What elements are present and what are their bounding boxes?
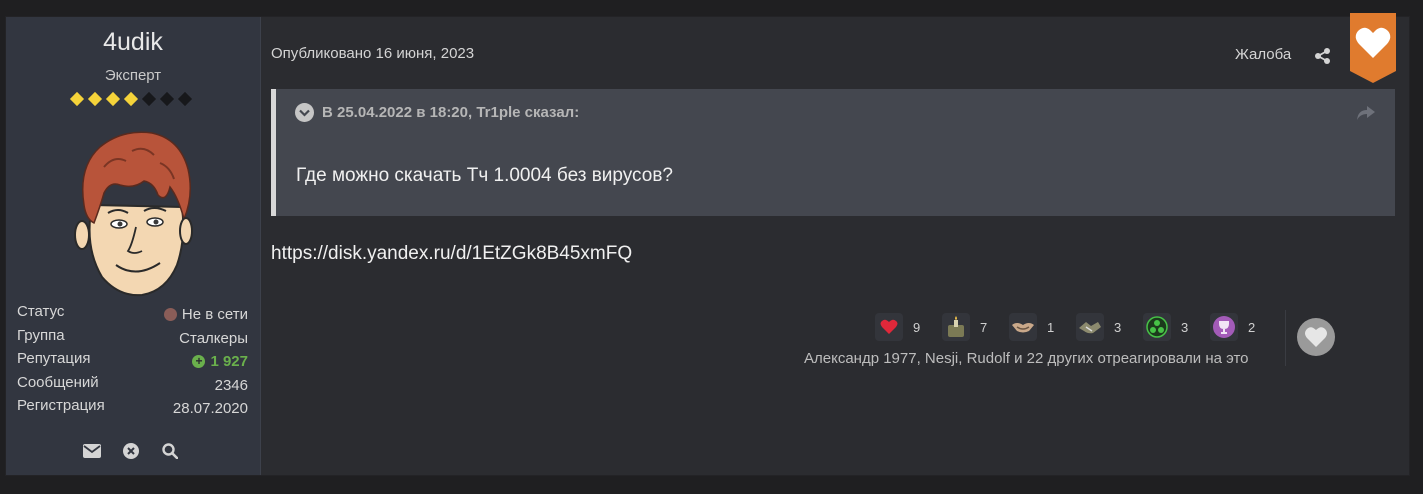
info-label: Группа bbox=[17, 326, 65, 344]
rank-pip-filled bbox=[123, 91, 139, 107]
chevron-down-icon[interactable] bbox=[295, 103, 314, 122]
reaction-trophy[interactable]: 2 bbox=[1210, 313, 1277, 341]
reaction-list: 9 7 1 3 3 2 bbox=[875, 313, 1277, 341]
plus-circle-icon: + bbox=[192, 355, 206, 369]
trophy-reaction-icon bbox=[1210, 313, 1238, 341]
reaction-count: 9 bbox=[913, 319, 921, 335]
info-row-joined: Регистрация 28.07.2020 bbox=[17, 397, 248, 421]
quote-text: Где можно скачать Тч 1.0004 без вирусов? bbox=[296, 165, 673, 186]
reaction-divider bbox=[1285, 310, 1286, 366]
info-value: 2346 bbox=[214, 376, 248, 394]
reputation-value: 1 927 bbox=[210, 353, 248, 371]
block-icon[interactable] bbox=[121, 441, 141, 461]
info-label: Сообщений bbox=[17, 373, 99, 391]
info-row-posts: Сообщений 2346 bbox=[17, 374, 248, 398]
author-actions bbox=[82, 441, 180, 461]
rank-pip-filled bbox=[105, 91, 121, 107]
reaction-radiation[interactable]: 3 bbox=[1143, 313, 1210, 341]
post-date[interactable]: Опубликовано 16 июня, 2023 bbox=[271, 45, 474, 62]
reaction-count: 3 bbox=[1114, 319, 1122, 335]
envelope-icon[interactable] bbox=[82, 441, 102, 461]
report-link[interactable]: Жалоба bbox=[1235, 46, 1291, 63]
post-content: Опубликовано 16 июня, 2023 Жалоба В 25.0… bbox=[261, 13, 1409, 475]
reaction-handshake-military[interactable]: 3 bbox=[1076, 313, 1143, 341]
heart-reaction-icon bbox=[875, 313, 903, 341]
reaction-heart[interactable]: 9 bbox=[875, 313, 942, 341]
author-panel: 4udik Эксперт Статус Не в сети Группа Ст… bbox=[6, 17, 261, 475]
info-label: Статус bbox=[17, 303, 65, 320]
handshake-military-reaction-icon bbox=[1076, 313, 1104, 341]
reaction-candle[interactable]: 7 bbox=[942, 313, 1009, 341]
author-name[interactable]: 4udik bbox=[6, 28, 260, 57]
info-row-group: Группа Сталкеры bbox=[17, 327, 248, 351]
handshake-reaction-icon bbox=[1009, 313, 1037, 341]
author-info: Статус Не в сети Группа Сталкеры Репутац… bbox=[17, 303, 248, 421]
rank-pip-filled bbox=[87, 91, 103, 107]
candle-reaction-icon bbox=[942, 313, 970, 341]
author-rank-title: Эксперт bbox=[104, 67, 162, 84]
heart-icon bbox=[1305, 327, 1327, 347]
offline-status-icon bbox=[163, 308, 177, 322]
go-to-quote-icon[interactable] bbox=[1357, 106, 1375, 120]
rank-pip-empty bbox=[177, 91, 193, 107]
rank-pip-filled bbox=[69, 91, 85, 107]
reaction-count: 7 bbox=[980, 319, 988, 335]
reaction-count: 2 bbox=[1248, 319, 1256, 335]
info-value: 28.07.2020 bbox=[172, 400, 248, 418]
reaction-summary[interactable]: Александр 1977, Nesji, Rudolf и 22 други… bbox=[804, 350, 1249, 367]
info-value: Не в сети bbox=[181, 306, 248, 324]
ribbon-heart-icon bbox=[1350, 13, 1396, 83]
quote-header-text: В 25.04.2022 в 18:20, Tr1ple сказал: bbox=[322, 104, 580, 121]
rank-pip-empty bbox=[159, 91, 175, 107]
rank-pip-empty bbox=[141, 91, 157, 107]
forum-post: 4udik Эксперт Статус Не в сети Группа Ст… bbox=[5, 13, 1410, 476]
react-button[interactable] bbox=[1297, 318, 1335, 356]
radiation-reaction-icon bbox=[1143, 313, 1171, 341]
reaction-count: 1 bbox=[1047, 319, 1055, 335]
quote-header[interactable]: В 25.04.2022 в 18:20, Tr1ple сказал: bbox=[295, 103, 579, 122]
post-link[interactable]: https://disk.yandex.ru/d/1EtZGk8B45xmFQ bbox=[271, 243, 632, 265]
info-value: Сталкеры bbox=[179, 329, 248, 347]
info-row-reputation: Репутация +1 927 bbox=[17, 350, 248, 374]
info-label: Регистрация bbox=[17, 397, 105, 414]
info-row-status: Статус Не в сети bbox=[17, 303, 248, 327]
share-icon[interactable] bbox=[1314, 47, 1332, 65]
search-icon[interactable] bbox=[160, 441, 180, 461]
rank-pips bbox=[69, 91, 193, 107]
reaction-handshake[interactable]: 1 bbox=[1009, 313, 1076, 341]
quote-block: В 25.04.2022 в 18:20, Tr1ple сказал: Где… bbox=[271, 89, 1395, 216]
info-label: Репутация bbox=[17, 350, 91, 367]
avatar[interactable] bbox=[74, 127, 194, 297]
reaction-count: 3 bbox=[1181, 319, 1189, 335]
